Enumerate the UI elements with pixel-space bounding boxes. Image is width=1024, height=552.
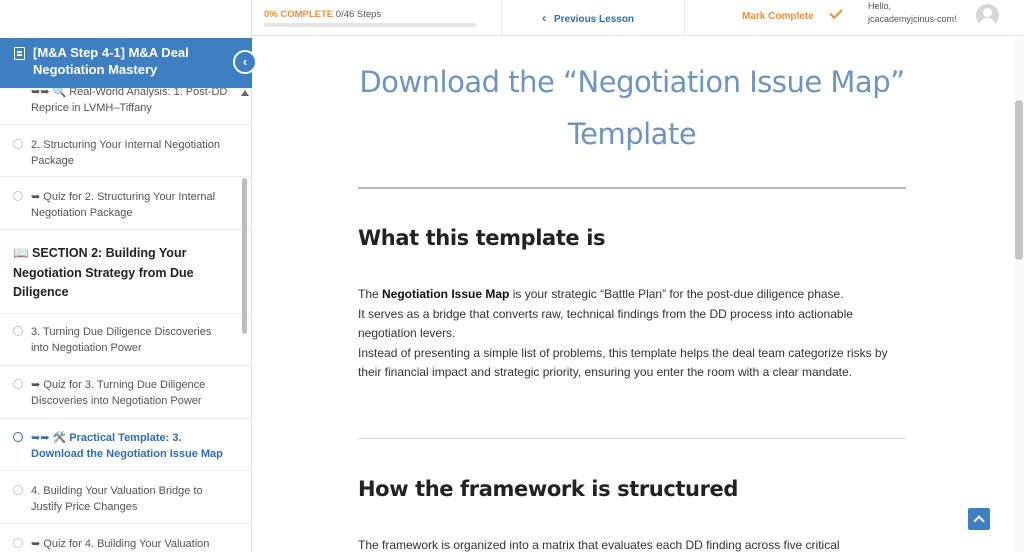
lesson-label: ➥➥ 🛠️ Practical Template: 3. Download th… [31,432,223,460]
chevron-left-icon: ‹ [242,54,248,69]
lesson-item-active[interactable]: ➥➥ 🛠️ Practical Template: 3. Download th… [0,419,252,471]
lesson-list: ➥➥ 🔍 Real-World Analysis: 1. Post-DD Rep… [0,88,252,552]
scroll-up-arrow-icon[interactable] [241,90,249,96]
status-circle-icon [13,538,23,548]
previous-lesson-button[interactable]: ‹ Previous Lesson [542,11,634,25]
section-heading[interactable]: 📖 SECTION 2: Building Your Negotiation S… [0,230,252,314]
section-divider [358,438,906,439]
progress-bar [264,23,476,27]
status-circle-icon [13,485,23,495]
course-sidebar: [M&A Step 4-1] M&A Deal Negotiation Mast… [0,0,257,552]
lesson-label: ➥ Quiz for 2. Structuring Your Internal … [31,191,216,219]
lesson-label: ➥➥ 🔍 Real-World Analysis: 1. Post-DD Rep… [31,88,228,114]
avatar-body-icon [979,18,996,27]
lesson-item[interactable]: ➥➥ 🔍 Real-World Analysis: 1. Post-DD Rep… [0,88,252,125]
intro-text-line3: Instead of presenting a simple list of p… [358,345,888,380]
section-label: 📖 SECTION 2: Building Your Negotiation S… [13,246,194,299]
lesson-item[interactable]: 4. Building Your Valuation Bridge to Jus… [0,471,252,524]
page-title: Download the “Negotiation Issue Map” Tem… [359,65,905,151]
scroll-to-top-button[interactable] [968,508,990,530]
divider [501,0,502,36]
status-circle-icon [13,379,23,389]
status-circle-icon [13,191,23,201]
title-divider [358,187,906,189]
intro-text-post: is your strategic “Battle Plan” for the … [509,287,844,301]
avatar-head-icon [983,8,992,17]
user-greeting: Hello, jcacademyjcinus-com! [868,1,957,24]
intro-paragraph: The Negotiation Issue Map is your strate… [358,285,906,383]
progress-label: 0% COMPLETE 0/46 Steps [264,9,381,20]
status-circle-icon [13,139,23,149]
previous-lesson-label: Previous Lesson [554,14,635,25]
intro-text-bold: Negotiation Issue Map [382,287,510,301]
book-icon [14,47,25,60]
course-header[interactable]: [M&A Step 4-1] M&A Deal Negotiation Mast… [0,38,252,88]
lesson-label: 3. Turning Due Diligence Discoveries int… [31,326,212,354]
lesson-item[interactable]: ➥ Quiz for 4. Building Your Valuation Br… [0,524,252,552]
page-scrollbar-thumb[interactable] [1015,100,1023,260]
lesson-label: 2. Structuring Your Internal Negotiation… [31,139,220,167]
intro-text-pre: The [358,287,383,301]
framework-paragraph: The framework is organized into a matrix… [358,538,840,552]
mark-complete-button[interactable]: Mark Complete [742,11,814,22]
section-heading-what: What this template is [358,226,606,250]
section-heading-how: How the framework is structured [358,477,739,501]
progress-steps: 0/46 Steps [335,9,382,20]
divider [684,0,685,36]
lesson-topbar: 0% COMPLETE 0/46 Steps ‹ Previous Lesson … [252,0,1024,36]
checkmark-icon[interactable] [829,5,843,20]
course-title: [M&A Step 4-1] M&A Deal Negotiation Mast… [33,45,189,77]
lesson-label: 4. Building Your Valuation Bridge to Jus… [31,485,203,513]
sidebar-scrollbar[interactable] [242,178,247,334]
intro-text-line2: It serves as a bridge that converts raw,… [358,306,853,341]
progress-percent: 0% COMPLETE [264,9,334,20]
lesson-item[interactable]: 3. Turning Due Diligence Discoveries int… [0,314,252,366]
lesson-label: ➥ Quiz for 4. Building Your Valuation Br… [31,538,210,550]
lesson-item[interactable]: 2. Structuring Your Internal Negotiation… [0,125,252,177]
status-circle-icon [13,432,23,442]
lesson-label: ➥ Quiz for 3. Turning Due Diligence Disc… [31,379,206,407]
lesson-item[interactable]: ➥ Quiz for 2. Structuring Your Internal … [0,177,252,230]
lesson-content: Download the “Negotiation Issue Map” Tem… [252,36,1014,552]
chevron-left-icon: ‹ [542,11,546,25]
lesson-item[interactable]: ➥ Quiz for 3. Turning Due Diligence Disc… [0,366,252,419]
status-circle-icon [13,326,23,336]
avatar[interactable] [976,4,999,27]
